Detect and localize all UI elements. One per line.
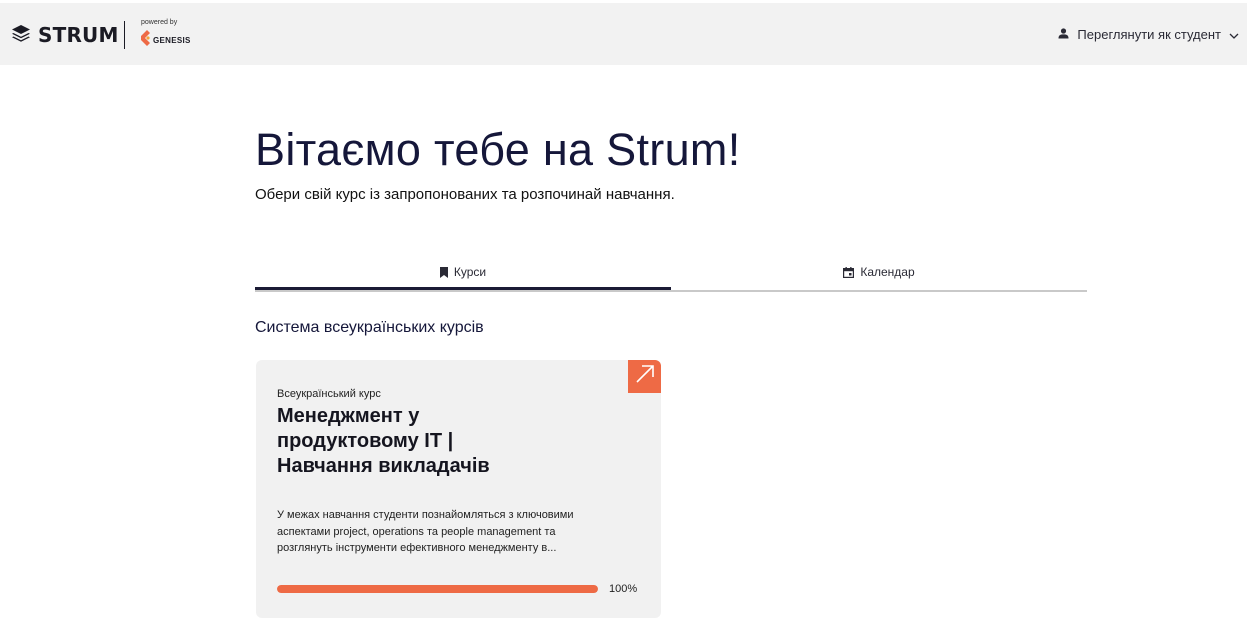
tab-bar: Курси Календар xyxy=(255,258,1087,292)
course-progress-label: 100% xyxy=(609,583,638,595)
section-title: Система всеукраїнських курсів xyxy=(255,319,484,336)
bookmark-icon xyxy=(439,266,448,278)
tab-courses[interactable]: Курси xyxy=(255,258,671,290)
course-kind: Всеукраїнський курс xyxy=(277,388,381,400)
person-icon xyxy=(1058,27,1069,42)
strum-logo[interactable]: STRUM xyxy=(11,23,119,47)
logo-divider xyxy=(124,21,125,49)
view-as-label: Переглянути як студент xyxy=(1077,27,1221,42)
logo-text: STRUM xyxy=(38,23,119,47)
tab-calendar[interactable]: Календар xyxy=(671,258,1087,286)
chevron-down-icon xyxy=(1229,27,1239,42)
powered-by-label: powered by xyxy=(141,19,178,26)
powered-by-genesis: powered by GENESIS xyxy=(141,19,191,51)
calendar-icon xyxy=(843,266,855,278)
genesis-logo-icon xyxy=(141,30,151,51)
arrow-up-right-icon xyxy=(635,364,655,389)
page-title: Вітаємо тебе на Strum! xyxy=(255,124,741,175)
course-card[interactable]: Всеукраїнський курс Менеджмент у продукт… xyxy=(256,360,661,618)
open-course-button[interactable] xyxy=(628,360,661,393)
course-title: Менеджмент у продуктовому ІТ | Навчання … xyxy=(277,405,490,477)
tab-calendar-label: Календар xyxy=(860,265,915,279)
page-subtitle: Обери свій курс із запропонованих та роз… xyxy=(255,186,675,203)
tab-courses-label: Курси xyxy=(453,265,487,279)
course-progress-bar xyxy=(277,585,598,593)
view-as-student-dropdown[interactable]: Переглянути як студент xyxy=(1058,27,1239,42)
course-description: У межах навчання студенти познайомляться… xyxy=(277,509,574,554)
top-header: STRUM powered by GENESIS Переглянути як … xyxy=(0,3,1247,65)
course-progress-fill xyxy=(277,585,598,593)
layers-icon xyxy=(11,24,31,47)
genesis-label: GENESIS xyxy=(153,36,191,45)
